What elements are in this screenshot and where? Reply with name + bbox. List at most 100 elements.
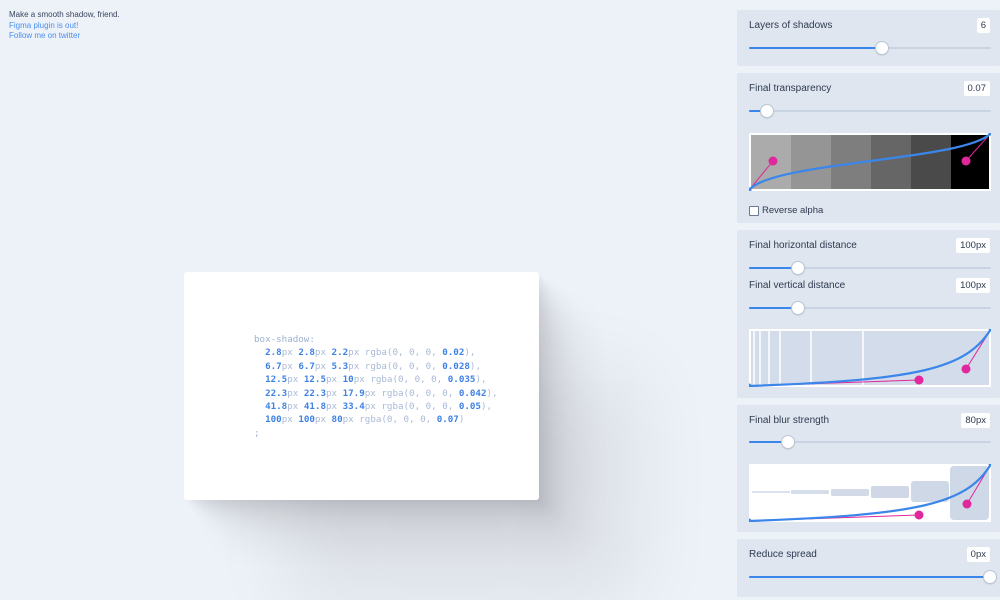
- blur-value[interactable]: 80px: [961, 413, 990, 428]
- transparency-slider-thumb[interactable]: [761, 105, 773, 117]
- distance-section: Final horizontal distance 100px Final ve…: [737, 230, 1000, 398]
- code-y: 22.3: [303, 387, 326, 399]
- code-x: 100: [265, 414, 282, 426]
- code-property: box-shadow:: [254, 334, 315, 345]
- code-x: 41.8: [265, 401, 288, 413]
- code-rgba-close: ),: [475, 374, 487, 386]
- horizontal-value[interactable]: 100px: [956, 238, 990, 253]
- code-rgba-close: ): [458, 414, 465, 426]
- code-rgba: rgba(0, 0, 0,: [381, 387, 459, 399]
- layers-slider[interactable]: [749, 42, 991, 54]
- code-unit: px: [353, 374, 365, 386]
- spread-slider[interactable]: [749, 571, 996, 583]
- code-blur: 33.4: [342, 401, 365, 413]
- code-unit: px: [342, 414, 354, 426]
- code-unit: px: [314, 347, 326, 359]
- code-x: 2.8: [265, 347, 282, 359]
- spread-label: Reduce spread: [749, 549, 817, 560]
- spread-section: Reduce spread 0px: [737, 539, 1000, 597]
- code-blur: 5.3: [331, 360, 349, 372]
- code-blur: 2.2: [331, 347, 349, 359]
- vertical-slider-thumb[interactable]: [792, 302, 804, 314]
- code-unit: px: [287, 387, 299, 399]
- distance-curve-graph[interactable]: [749, 329, 991, 387]
- checkbox-icon[interactable]: [749, 205, 759, 216]
- blur-slider-thumb[interactable]: [782, 436, 794, 448]
- code-unit: px: [364, 387, 376, 399]
- blur-label: Final blur strength: [749, 415, 830, 426]
- code-alpha: 0.02: [442, 347, 465, 359]
- code-unit: px: [348, 347, 360, 359]
- curve-handle-end[interactable]: [961, 364, 971, 374]
- code-y: 12.5: [303, 374, 326, 386]
- blur-curve-graph[interactable]: [749, 464, 991, 522]
- intro: Make a smooth shadow, friend. Figma plug…: [9, 10, 120, 42]
- code-y: 6.7: [298, 360, 315, 372]
- code-alpha: 0.07: [436, 414, 459, 426]
- code-unit: px: [287, 374, 299, 386]
- code-rgba-close: ),: [480, 401, 493, 413]
- transparency-section: Final transparency 0.07 Reverse alpha: [737, 73, 1000, 223]
- code-rgba: rgba(0, 0, 0,: [359, 414, 437, 426]
- code-alpha: 0.028: [442, 360, 470, 372]
- code-unit: px: [325, 374, 338, 386]
- code-y: 41.8: [303, 401, 326, 413]
- vertical-value[interactable]: 100px: [956, 278, 990, 293]
- transparency-slider[interactable]: [749, 105, 991, 117]
- horizontal-slider[interactable]: [749, 262, 991, 274]
- code-terminator: ;: [254, 427, 260, 439]
- layers-slider-thumb[interactable]: [876, 42, 888, 54]
- controls-panel: Layers of shadows 6 Final transparency 0…: [737, 0, 1000, 600]
- horizontal-slider-thumb[interactable]: [792, 262, 804, 274]
- layers-label: Layers of shadows: [749, 20, 833, 31]
- code-unit: px: [314, 360, 326, 372]
- code-alpha: 0.035: [447, 374, 476, 386]
- code-blur: 10: [342, 374, 354, 386]
- tagline: Make a smooth shadow, friend.: [9, 10, 120, 19]
- css-code-output[interactable]: box-shadow: 2.8px 2.8px 2.2px rgba(0, 0,…: [254, 333, 498, 440]
- code-unit: px: [281, 414, 293, 426]
- curve-handle-start[interactable]: [914, 375, 924, 385]
- curve-handle-start[interactable]: [768, 156, 778, 166]
- code-alpha: 0.05: [458, 401, 481, 413]
- reverse-alpha-checkbox[interactable]: Reverse alpha: [749, 205, 823, 216]
- vertical-slider[interactable]: [749, 302, 991, 314]
- code-rgba-close: ),: [486, 387, 498, 399]
- code-y: 100: [298, 414, 315, 426]
- code-unit: px: [325, 401, 338, 413]
- code-rgba: rgba(0, 0, 0,: [364, 360, 443, 372]
- code-unit: px: [281, 347, 293, 359]
- code-blur: 17.9: [342, 387, 365, 399]
- code-y: 2.8: [298, 347, 315, 359]
- code-rgba: rgba(0, 0, 0,: [381, 401, 459, 413]
- layers-section: Layers of shadows 6: [737, 10, 1000, 66]
- shadow-preview-card: box-shadow: 2.8px 2.8px 2.2px rgba(0, 0,…: [184, 272, 539, 500]
- code-rgba: rgba(0, 0, 0,: [370, 374, 448, 386]
- code-unit: px: [281, 360, 293, 372]
- code-unit: px: [348, 360, 360, 372]
- code-rgba-close: ),: [469, 360, 481, 372]
- layers-value[interactable]: 6: [976, 18, 990, 33]
- code-x: 22.3: [265, 387, 288, 399]
- curve-handle-end[interactable]: [962, 499, 972, 509]
- code-unit: px: [314, 414, 326, 426]
- code-unit: px: [287, 401, 299, 413]
- code-unit: px: [364, 401, 376, 413]
- horizontal-label: Final horizontal distance: [749, 240, 857, 251]
- figma-plugin-link[interactable]: Figma plugin is out!: [9, 21, 120, 32]
- twitter-link[interactable]: Follow me on twitter: [9, 31, 120, 42]
- blur-slider[interactable]: [749, 436, 991, 448]
- curve-handle-end[interactable]: [961, 156, 971, 166]
- curve-handle-start[interactable]: [914, 510, 924, 520]
- code-x: 12.5: [265, 374, 288, 386]
- vertical-label: Final vertical distance: [749, 280, 846, 291]
- code-unit: px: [325, 387, 338, 399]
- transparency-curve-graph[interactable]: [749, 133, 991, 191]
- reverse-alpha-label: Reverse alpha: [762, 205, 824, 216]
- code-rgba: rgba(0, 0, 0,: [364, 347, 443, 359]
- spread-slider-thumb[interactable]: [984, 571, 996, 583]
- code-rgba-close: ),: [464, 347, 476, 359]
- transparency-value[interactable]: 0.07: [963, 81, 990, 96]
- transparency-label: Final transparency: [749, 83, 832, 94]
- spread-value[interactable]: 0px: [966, 547, 990, 562]
